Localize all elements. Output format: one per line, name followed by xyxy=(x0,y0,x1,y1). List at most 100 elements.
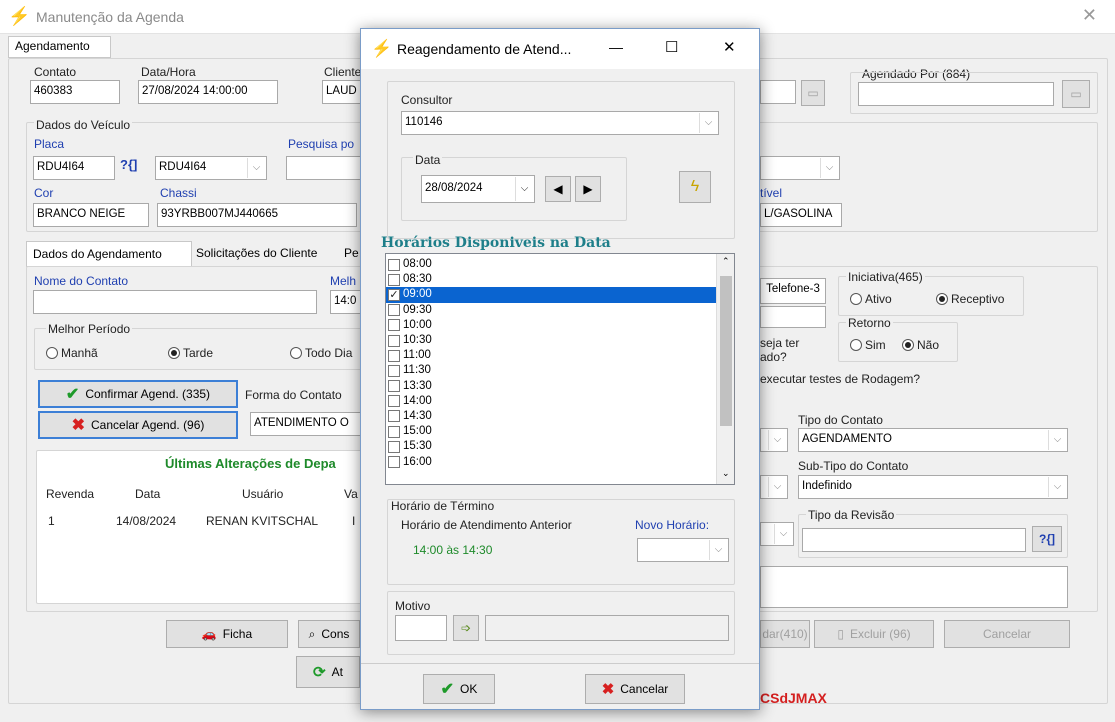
consultar-button[interactable]: ⌕ Cons xyxy=(298,620,360,648)
cliente-field-end[interactable] xyxy=(760,80,796,104)
confirmar-agendamento-button[interactable]: ✔ Confirmar Agend. (335) xyxy=(38,380,238,408)
list-item[interactable]: 11:00 xyxy=(386,348,716,363)
close-icon[interactable]: ✕ xyxy=(1082,5,1097,26)
checkbox[interactable] xyxy=(388,410,400,423)
radio-nao[interactable]: Não xyxy=(902,338,939,352)
atualizar-button[interactable]: ⟳ At xyxy=(296,656,360,688)
pesquisa-field[interactable] xyxy=(286,156,362,180)
chevron-down-icon[interactable]: ⌵ xyxy=(820,158,838,178)
checkbox[interactable] xyxy=(388,319,400,332)
chevron-down-icon[interactable]: ⌵ xyxy=(699,113,717,133)
telefone3-input[interactable] xyxy=(760,306,826,328)
checkbox[interactable]: ✓ xyxy=(388,288,400,301)
data-picker[interactable]: 28/08/2024 ⌵ xyxy=(421,175,535,203)
close-icon[interactable]: ✕ xyxy=(723,38,736,56)
chevron-down-icon[interactable]: ⌵ xyxy=(1048,430,1066,450)
datahora-field[interactable]: 27/08/2024 14:00:00 xyxy=(138,80,278,104)
list-item[interactable]: 15:30 xyxy=(386,439,716,454)
cliente-search-button[interactable]: ▭ xyxy=(801,80,825,106)
radio-manha[interactable]: Manhã xyxy=(46,346,98,360)
grid-cell-usuario[interactable]: RENAN KVITSCHAL xyxy=(206,514,318,528)
agendado-field[interactable] xyxy=(858,82,1054,106)
combo-left-2[interactable]: ⌵ xyxy=(760,475,788,499)
cor-field[interactable]: BRANCO NEIGE xyxy=(33,203,149,227)
grid-cell-va[interactable]: I xyxy=(352,514,355,528)
salvar-button[interactable]: dar(410) xyxy=(760,620,810,648)
list-item[interactable]: 16:00 xyxy=(386,454,716,469)
observacao-field[interactable] xyxy=(760,566,1068,608)
list-item[interactable]: ✓ 09:00 xyxy=(386,287,716,303)
checkbox[interactable] xyxy=(388,456,400,469)
placa-field[interactable]: RDU4I64 xyxy=(33,156,115,180)
checkbox[interactable] xyxy=(388,334,400,347)
radio-circle[interactable] xyxy=(168,347,180,359)
agendado-search-button[interactable]: ▭ xyxy=(1062,80,1090,108)
checkbox[interactable] xyxy=(388,364,400,377)
grid-cell-data[interactable]: 14/08/2024 xyxy=(116,514,176,528)
tab-solicitacoes[interactable]: Solicitações do Cliente xyxy=(196,246,317,260)
cancelar-agendamento-button[interactable]: ✖ Cancelar Agend. (96) xyxy=(38,411,238,439)
chevron-down-icon[interactable]: ⌵ xyxy=(768,430,786,450)
grid-cell-revenda[interactable]: 1 xyxy=(48,514,55,528)
list-item[interactable]: 14:00 xyxy=(386,394,716,409)
radio-tarde[interactable]: Tarde xyxy=(168,346,213,360)
checkbox[interactable] xyxy=(388,349,400,362)
tab-agendamento[interactable]: Agendamento xyxy=(8,36,111,58)
melhor-horario-field[interactable]: 14:0 xyxy=(330,290,362,314)
checkbox[interactable] xyxy=(388,304,400,317)
chevron-up-icon[interactable]: ⌃ xyxy=(722,256,730,267)
ok-button[interactable]: ✔ OK xyxy=(423,674,495,704)
list-item[interactable]: 10:30 xyxy=(386,333,716,348)
prev-date-button[interactable]: ◀ xyxy=(545,176,571,202)
radio-ativo[interactable]: Ativo xyxy=(850,292,892,306)
combo-left-1[interactable]: ⌵ xyxy=(760,428,788,452)
telefone3-field[interactable]: Telefone-3 xyxy=(760,278,826,304)
tipo-revisao-help-button[interactable]: ?{] xyxy=(1032,526,1062,552)
radio-circle[interactable] xyxy=(290,347,302,359)
combo-left-3[interactable]: ⌵ xyxy=(760,522,794,546)
vehicle-combo[interactable]: ⌵ xyxy=(760,156,840,180)
checkbox[interactable] xyxy=(388,380,400,393)
list-item[interactable]: 08:00 xyxy=(386,257,716,272)
radio-circle[interactable] xyxy=(850,293,862,305)
list-item[interactable]: 15:00 xyxy=(386,424,716,439)
minimize-icon[interactable]: — xyxy=(609,39,623,55)
list-item[interactable]: 10:00 xyxy=(386,318,716,333)
cancelar-main-button[interactable]: Cancelar xyxy=(944,620,1070,648)
maximize-icon[interactable]: ☐ xyxy=(665,38,678,56)
radio-circle[interactable] xyxy=(936,293,948,305)
checkbox[interactable] xyxy=(388,273,400,286)
radio-todo-dia[interactable]: Todo Dia xyxy=(290,346,352,360)
nome-contato-field[interactable] xyxy=(33,290,317,314)
horarios-list[interactable]: 08:00 08:30 ✓ 09:00 09:30 10:00 10:30 11:00 11:3… xyxy=(385,253,735,485)
checkbox[interactable] xyxy=(388,395,400,408)
consultor-combo[interactable]: 110146 ⌵ xyxy=(401,111,719,135)
cliente-field[interactable]: LAUD xyxy=(322,80,362,104)
checkbox[interactable] xyxy=(388,440,400,453)
list-item[interactable]: 09:30 xyxy=(386,303,716,318)
chevron-down-icon[interactable]: ⌄ xyxy=(722,468,730,479)
chevron-down-icon[interactable]: ⌵ xyxy=(1048,477,1066,497)
chevron-down-icon[interactable]: ⌵ xyxy=(768,477,786,497)
chassi-field[interactable]: 93YRBB007MJ440665 xyxy=(157,203,357,227)
radio-receptivo[interactable]: Receptivo xyxy=(936,292,1004,306)
radio-circle[interactable] xyxy=(902,339,914,351)
list-item[interactable]: 13:30 xyxy=(386,379,716,394)
checkbox[interactable] xyxy=(388,425,400,438)
tab-dados-agendamento[interactable]: Dados do Agendamento xyxy=(26,241,192,267)
motivo-search-button[interactable]: ➩ xyxy=(453,615,479,641)
chevron-down-icon[interactable]: ⌵ xyxy=(709,540,727,560)
tipo-contato-combo[interactable]: AGENDAMENTO ⌵ xyxy=(798,428,1068,452)
placa-combo[interactable]: RDU4I64 ⌵ xyxy=(155,156,267,180)
scrollbar-thumb[interactable] xyxy=(720,276,732,426)
radio-sim[interactable]: Sim xyxy=(850,338,886,352)
subtipo-combo[interactable]: Indefinido ⌵ xyxy=(798,475,1068,499)
list-item[interactable]: 14:30 xyxy=(386,409,716,424)
radio-circle[interactable] xyxy=(850,339,862,351)
contato-field[interactable]: 460383 xyxy=(30,80,120,104)
novo-horario-combo[interactable]: ⌵ xyxy=(637,538,729,562)
list-item[interactable]: 08:30 xyxy=(386,272,716,287)
list-item[interactable]: 11:30 xyxy=(386,363,716,378)
tab-pe[interactable]: Pe xyxy=(344,246,359,260)
checkbox[interactable] xyxy=(388,258,400,271)
